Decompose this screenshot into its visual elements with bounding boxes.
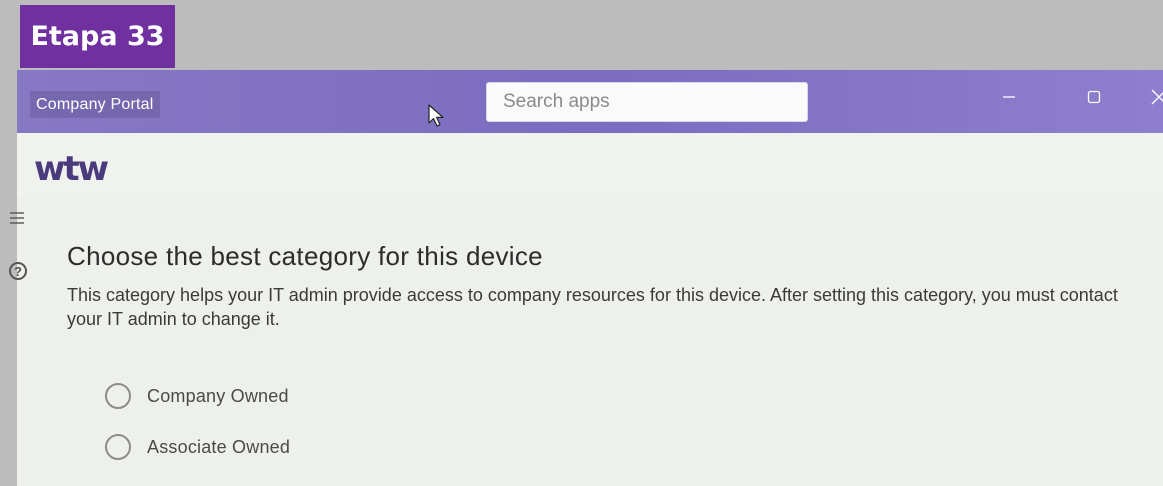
brand-logo: wtw xyxy=(34,149,109,189)
minimize-icon xyxy=(1003,96,1015,98)
company-portal-window: Company Portal wtw xyxy=(9,70,1163,486)
radio-button-icon[interactable] xyxy=(105,383,131,409)
app-title: Company Portal xyxy=(30,91,160,118)
option-company-owned[interactable]: Company Owned xyxy=(105,383,289,409)
page-description: This category helps your IT admin provid… xyxy=(67,285,1118,329)
option-associate-owned[interactable]: Associate Owned xyxy=(105,434,290,460)
maximize-icon xyxy=(1087,90,1101,104)
option-label: Company Owned xyxy=(147,385,289,406)
close-icon xyxy=(1151,89,1163,105)
search-box[interactable] xyxy=(486,82,808,122)
step-label: Etapa 33 xyxy=(20,5,175,68)
mouse-cursor-icon xyxy=(428,104,444,127)
title-bar: Company Portal xyxy=(17,70,1163,133)
radio-button-icon[interactable] xyxy=(105,434,131,460)
option-label: Associate Owned xyxy=(147,436,291,457)
minimize-button[interactable] xyxy=(989,79,1029,115)
search-input[interactable] xyxy=(487,83,807,121)
close-button[interactable] xyxy=(1139,79,1163,115)
page-title: Choose the best category for this device xyxy=(67,241,543,271)
app-header: wtw xyxy=(17,133,1163,198)
maximize-button[interactable] xyxy=(1074,79,1114,115)
main-content: Choose the best category for this device… xyxy=(17,198,1163,486)
